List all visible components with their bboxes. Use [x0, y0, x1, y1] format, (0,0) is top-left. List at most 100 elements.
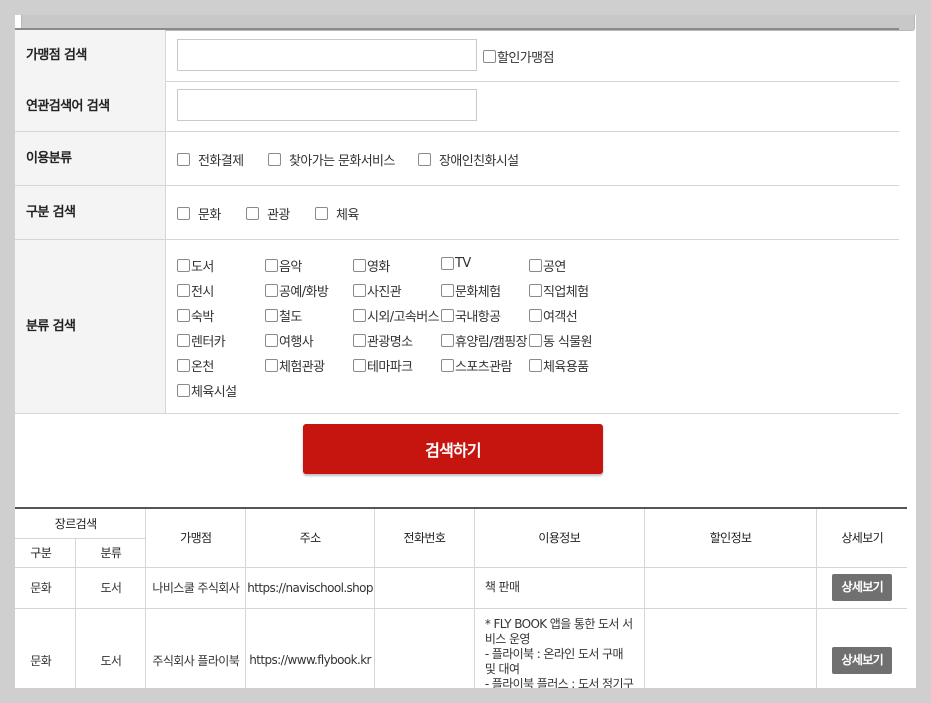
category-checkbox[interactable] — [265, 309, 278, 322]
header-detail: 상세보기 — [816, 507, 907, 568]
category-checkbox[interactable] — [441, 309, 454, 322]
category-option-label: 시외/고속버스 — [367, 310, 440, 325]
search-panel: 가맹점 검색 할인가맹점 연관검색어 검색 이용분류 전화결제 찾아가는 문화서… — [15, 15, 916, 688]
category-checkbox[interactable] — [353, 309, 366, 322]
category-checkbox[interactable] — [529, 309, 542, 322]
category-option-label: 철도 — [279, 310, 302, 325]
usage-option-accessible[interactable]: 장애인친화시설 — [418, 150, 519, 169]
usage-checkbox[interactable] — [268, 153, 281, 166]
category-options: 도서 음악 영화 TV 공연전시 공예/화방 사진관 문화체험 직업체험숙박 철도 시외/고속버스 국… — [167, 240, 899, 413]
category-option[interactable]: 체육용품 — [529, 356, 589, 375]
type-checkbox[interactable] — [246, 207, 259, 220]
category-option[interactable]: 체험관광 — [265, 356, 325, 375]
category-checkbox[interactable] — [177, 284, 190, 297]
category-option[interactable]: 국내항공 — [441, 306, 501, 325]
category-checkbox[interactable] — [177, 384, 190, 397]
category-checkbox[interactable] — [353, 334, 366, 347]
category-option[interactable]: 스포츠관람 — [441, 356, 512, 375]
category-checkbox[interactable] — [529, 284, 542, 297]
category-checkbox[interactable] — [177, 309, 190, 322]
type-option-culture[interactable]: 문화 — [177, 204, 221, 223]
usage-checkbox[interactable] — [418, 153, 431, 166]
category-option[interactable]: 휴양림/캠핑장 — [441, 331, 528, 350]
category-option-label: 테마파크 — [367, 360, 413, 375]
category-option-label: 숙박 — [191, 310, 214, 325]
category-option-label: 체험관광 — [279, 360, 325, 375]
cell-category: 도서 — [75, 566, 147, 609]
type-option-tourism[interactable]: 관광 — [246, 204, 290, 223]
category-option[interactable]: 음악 — [265, 256, 302, 275]
category-option[interactable]: 공연 — [529, 256, 566, 275]
category-checkbox[interactable] — [265, 284, 278, 297]
category-option[interactable]: 온천 — [177, 356, 214, 375]
cell-usage-info: 책 판매 — [473, 566, 645, 609]
usage-label: 이용분류 — [15, 132, 166, 185]
category-checkbox[interactable] — [265, 259, 278, 272]
category-option-label: 동 식물원 — [543, 335, 593, 350]
header-merchant: 가맹점 — [145, 507, 247, 568]
category-option[interactable]: 사진관 — [353, 281, 402, 300]
merchant-search-input[interactable] — [177, 39, 477, 71]
category-option[interactable]: 전시 — [177, 281, 214, 300]
category-checkbox[interactable] — [177, 359, 190, 372]
category-option-label: 공연 — [543, 260, 566, 275]
detail-button[interactable]: 상세보기 — [832, 574, 893, 601]
category-checkbox[interactable] — [177, 259, 190, 272]
type-option-sports[interactable]: 체육 — [315, 204, 359, 223]
category-checkbox[interactable] — [529, 359, 542, 372]
usage-option-visiting[interactable]: 찾아가는 문화서비스 — [268, 150, 395, 169]
category-option[interactable]: 렌터카 — [177, 331, 226, 350]
category-option[interactable]: 숙박 — [177, 306, 214, 325]
cell-discount-info — [643, 566, 818, 609]
category-checkbox[interactable] — [265, 334, 278, 347]
category-checkbox[interactable] — [529, 259, 542, 272]
category-checkbox[interactable] — [441, 257, 454, 270]
usage-checkbox[interactable] — [177, 153, 190, 166]
category-option[interactable]: 테마파크 — [353, 356, 413, 375]
category-option[interactable]: 여행사 — [265, 331, 314, 350]
detail-button[interactable]: 상세보기 — [832, 646, 893, 674]
category-option[interactable]: 문화체험 — [441, 281, 501, 300]
discount-merchant-checkbox[interactable] — [483, 50, 496, 63]
category-checkbox[interactable] — [529, 334, 542, 347]
category-option[interactable]: 공예/화방 — [265, 281, 329, 300]
category-checkbox[interactable] — [353, 284, 366, 297]
category-option-label: 체육용품 — [543, 360, 589, 375]
category-option[interactable]: 동 식물원 — [529, 331, 593, 350]
cell-discount-info — [643, 607, 818, 688]
category-checkbox[interactable] — [441, 359, 454, 372]
cell-phone — [373, 607, 475, 688]
category-option-label: 사진관 — [367, 285, 402, 300]
search-button[interactable]: 검색하기 — [303, 424, 603, 474]
category-option-label: 온천 — [191, 360, 214, 375]
category-option[interactable]: 관광명소 — [353, 331, 413, 350]
category-checkbox[interactable] — [265, 359, 278, 372]
category-option[interactable]: 직업체험 — [529, 281, 589, 300]
type-checkbox[interactable] — [177, 207, 190, 220]
category-checkbox[interactable] — [441, 284, 454, 297]
category-option-label: 렌터카 — [191, 335, 226, 350]
category-option[interactable]: 체육시설 — [177, 381, 237, 400]
category-checkbox[interactable] — [177, 334, 190, 347]
category-option[interactable]: 여객선 — [529, 306, 578, 325]
category-option[interactable]: 철도 — [265, 306, 302, 325]
discount-merchant-option[interactable]: 할인가맹점 — [483, 47, 554, 66]
category-checkbox[interactable] — [353, 259, 366, 272]
type-label: 구분 검색 — [15, 186, 166, 239]
category-option-label: 관광명소 — [367, 335, 413, 350]
category-row: 분류 검색 도서 음악 영화 TV 공연 전시 공예/화방 사진관 문화체험 직업체험 숙박 철도 시외… — [15, 240, 899, 414]
category-option-label: 영화 — [367, 260, 390, 275]
category-checkbox[interactable] — [353, 359, 366, 372]
header-discount-info: 할인정보 — [643, 507, 818, 568]
keyword-search-input[interactable] — [177, 89, 477, 121]
category-checkbox[interactable] — [441, 334, 454, 347]
category-option[interactable]: 도서 — [177, 256, 214, 275]
results-table: 장르검색 가맹점 주소 전화번호 이용정보 할인정보 상세보기 구분 분류 문화… — [15, 507, 907, 688]
category-option[interactable]: TV — [441, 256, 471, 271]
category-option[interactable]: 영화 — [353, 256, 390, 275]
table-row: 문화 도서 나비스쿨 주식회사 https://navischool.shop … — [15, 566, 907, 609]
type-checkbox[interactable] — [315, 207, 328, 220]
category-option[interactable]: 시외/고속버스 — [353, 306, 440, 325]
usage-option-phone[interactable]: 전화결제 — [177, 150, 244, 169]
category-option-label: 문화체험 — [455, 285, 501, 300]
